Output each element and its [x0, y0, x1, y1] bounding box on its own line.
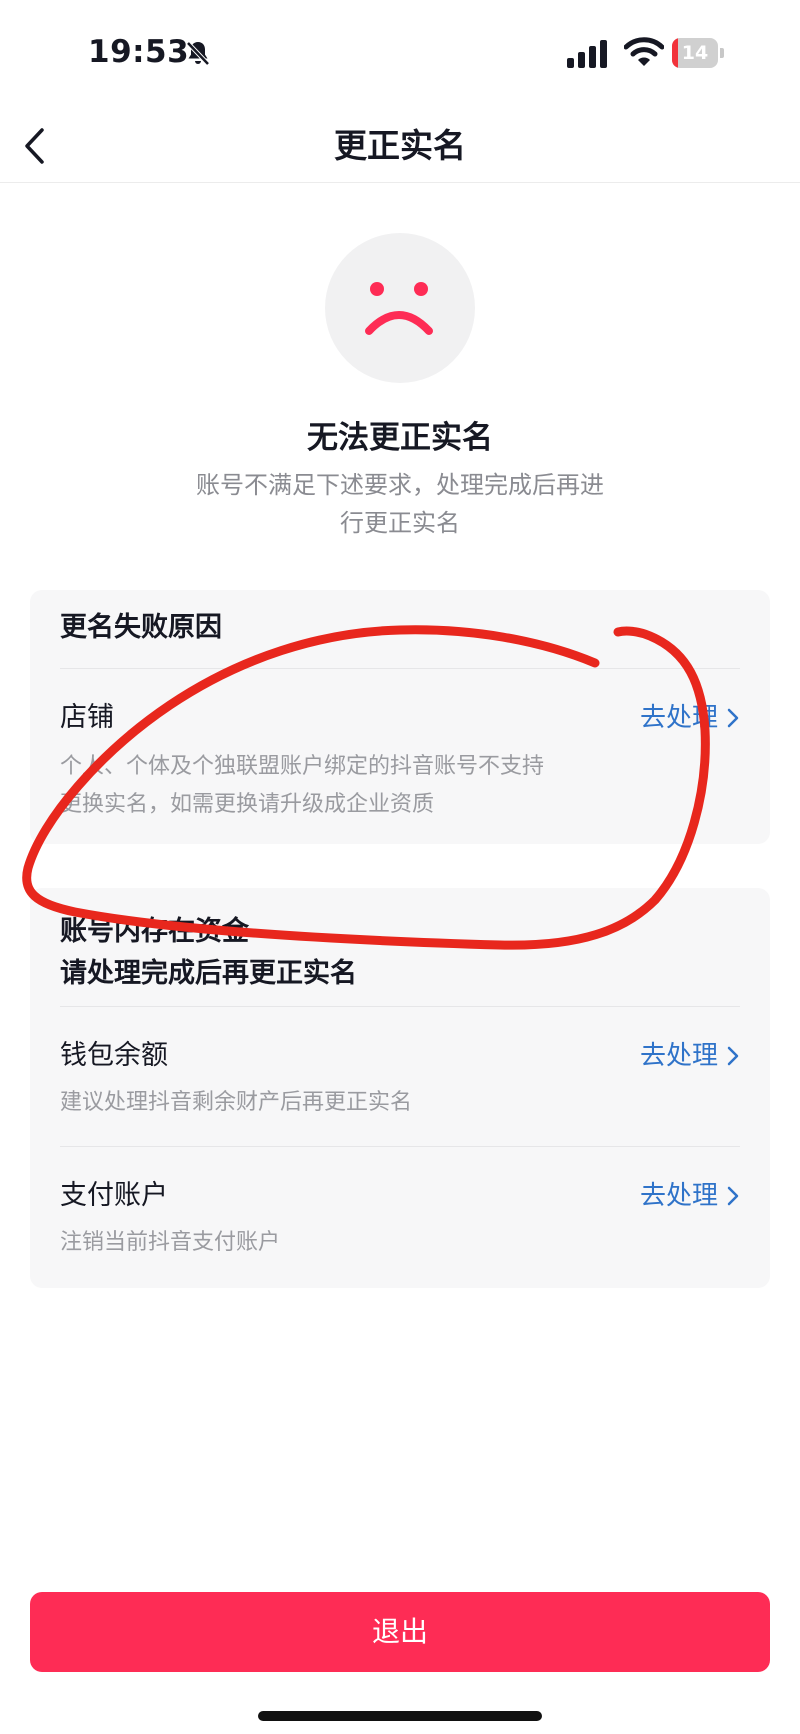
result-description: 账号不满足下述要求，处理完成后再进 行更正实名 — [160, 466, 640, 542]
back-chevron-icon[interactable] — [20, 126, 50, 166]
nav-bar: 更正实名 — [0, 110, 800, 183]
store-description-line-2: 更换实名，如需更换请升级成企业资质 — [60, 792, 435, 817]
wifi-icon — [624, 37, 664, 66]
chevron-right-icon — [727, 1046, 739, 1066]
payment-account-process-label: 去处理 — [639, 1181, 718, 1211]
result-title: 无法更正实名 — [307, 420, 493, 456]
sad-face-graphic — [365, 282, 433, 335]
chevron-right-icon — [727, 708, 739, 728]
chevron-right-icon — [727, 1186, 739, 1206]
funds-header-line-1: 账号内存在资金 — [60, 916, 249, 947]
wallet-balance-description: 建议处理抖音剩余财产后再更正实名 — [60, 1090, 413, 1115]
wallet-process-label: 去处理 — [639, 1041, 718, 1071]
payment-account-description: 注销当前抖音支付账户 — [60, 1230, 281, 1255]
result-description-line-1: 账号不满足下述要求，处理完成后再进 — [196, 471, 604, 499]
result-description-line-2: 行更正实名 — [340, 509, 460, 537]
battery-indicator: 14 — [672, 38, 724, 68]
status-time: 19:53 — [88, 34, 190, 70]
wallet-process-link[interactable]: 去处理 — [640, 1036, 740, 1076]
divider — [60, 668, 740, 669]
store-item-description: 个人、个体及个独联盟账户绑定的抖音账号不支持 更换实名，如需更换请升级成企业资质 — [60, 748, 620, 824]
status-bar: 19:53 14 — [0, 0, 800, 110]
battery-level: 14 — [681, 42, 709, 64]
store-process-label: 去处理 — [639, 703, 718, 733]
funds-card: 账号内存在资金 请处理完成后再更正实名 钱包余额 去处理 建议处理抖音剩余财产后… — [30, 888, 770, 1288]
bell-muted-icon — [186, 41, 210, 66]
store-process-link[interactable]: 去处理 — [640, 698, 740, 738]
sad-face-icon — [325, 233, 475, 383]
battery-tip — [720, 48, 724, 58]
payment-account-process-link[interactable]: 去处理 — [640, 1176, 740, 1216]
exit-button[interactable]: 退出 — [30, 1592, 770, 1672]
page-title: 更正实名 — [334, 126, 466, 165]
battery-body: 14 — [672, 38, 718, 68]
wallet-balance-title: 钱包余额 — [60, 1040, 168, 1071]
store-item-title: 店铺 — [60, 702, 114, 733]
divider — [60, 1006, 740, 1007]
funds-header-line-2: 请处理完成后再更正实名 — [60, 958, 357, 989]
store-description-line-1: 个人、个体及个独联盟账户绑定的抖音账号不支持 — [60, 754, 545, 779]
failure-reason-card: 更名失败原因 店铺 去处理 个人、个体及个独联盟账户绑定的抖音账号不支持 更换实… — [30, 590, 770, 844]
divider — [60, 1146, 740, 1147]
payment-account-title: 支付账户 — [60, 1180, 168, 1211]
failure-reason-header: 更名失败原因 — [60, 612, 222, 643]
cellular-signal-icon — [567, 40, 607, 68]
home-indicator[interactable] — [258, 1711, 542, 1721]
